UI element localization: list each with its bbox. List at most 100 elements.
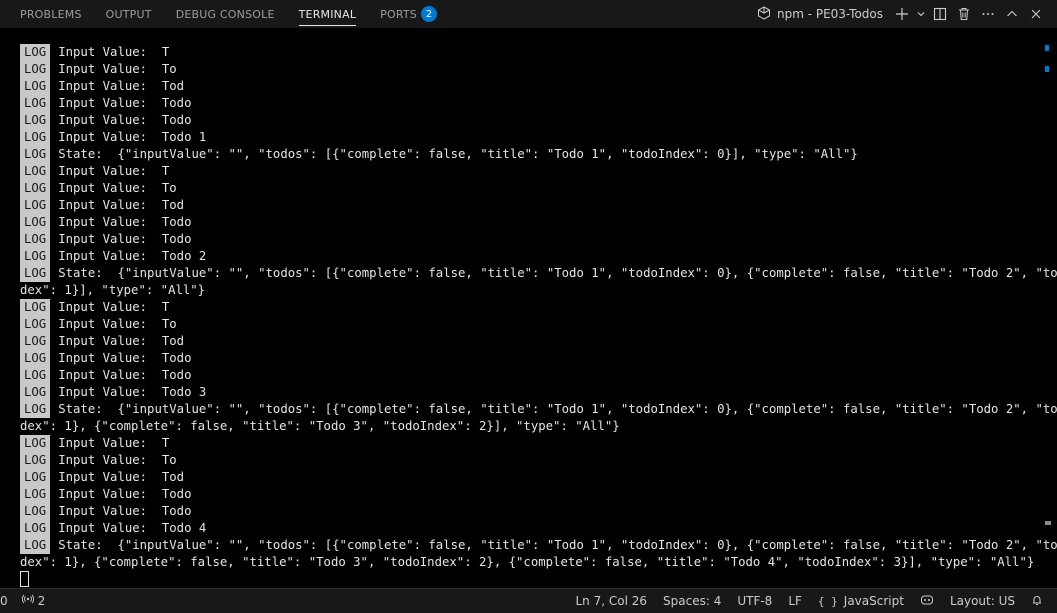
terminal-selector[interactable]: npm - PE03-Todos: [757, 5, 883, 23]
terminal-line: LOG Input Value: T: [20, 163, 1057, 180]
tab-ports[interactable]: PORTS 2: [380, 0, 437, 28]
terminal-line: LOG Input Value: Todo: [20, 231, 1057, 248]
split-terminal-icon[interactable]: [929, 3, 951, 25]
terminal-line-text: Input Value: T: [58, 164, 170, 178]
terminal-line: LOG Input Value: T: [20, 44, 1057, 61]
terminal-line-text: Input Value: Todo: [58, 368, 192, 382]
terminal-line: LOG State: {"inputValue": "", "todos": [{…: [20, 265, 1057, 282]
scroll-position-marker: [1045, 521, 1051, 525]
log-tag: LOG: [20, 486, 51, 503]
log-tag: LOG: [20, 265, 51, 282]
terminal-line: LOG Input Value: Todo: [20, 503, 1057, 520]
terminal-line-text: Input Value: To: [58, 317, 177, 331]
tab-output[interactable]: OUTPUT: [106, 0, 152, 28]
terminal-line-text: Input Value: T: [58, 300, 170, 314]
terminal-output[interactable]: LOG Input Value: T LOG Input Value: To LOG In…: [0, 28, 1057, 588]
terminal-line-text: Input Value: To: [58, 62, 177, 76]
terminal-line: LOG Input Value: To: [20, 61, 1057, 78]
notifications-status[interactable]: [1023, 589, 1051, 613]
terminal-line: LOG Input Value: Tod: [20, 333, 1057, 350]
tab-ports-label: PORTS: [380, 7, 417, 21]
close-icon[interactable]: [1025, 3, 1047, 25]
terminal-lines: LOG Input Value: T LOG Input Value: To LOG In…: [20, 44, 1057, 588]
problems-status[interactable]: 0: [0, 589, 14, 613]
terminal-line-text: Input Value: T: [58, 45, 170, 59]
copilot-status[interactable]: [912, 589, 942, 613]
tab-debug-console-label: DEBUG CONSOLE: [175, 7, 275, 21]
end-of-line[interactable]: LF: [780, 589, 810, 613]
log-tag: LOG: [20, 214, 51, 231]
terminal-line-text: dex": 1}, {"complete": false, "title": "…: [20, 419, 620, 433]
terminal-line-text: Input Value: Todo: [58, 96, 192, 110]
encoding[interactable]: UTF-8: [729, 589, 780, 613]
log-tag: LOG: [20, 61, 51, 78]
terminal-line: LOG Input Value: Tod: [20, 469, 1057, 486]
terminal-line-text: Input Value: To: [58, 453, 177, 467]
log-tag: LOG: [20, 163, 51, 180]
terminal-line: LOG Input Value: Todo 1: [20, 129, 1057, 146]
cursor-position[interactable]: Ln 7, Col 26: [568, 589, 656, 613]
new-terminal-icon[interactable]: [891, 3, 913, 25]
terminal-line-text: Input Value: Todo: [58, 351, 192, 365]
terminal-line-text: Input Value: Todo: [58, 504, 192, 518]
terminal-line: LOG Input Value: T: [20, 299, 1057, 316]
terminal-line: LOG Input Value: To: [20, 180, 1057, 197]
terminal-prompt-line: [20, 571, 1057, 588]
chevron-up-icon[interactable]: [1001, 3, 1023, 25]
terminal-line-text: State: {"inputValue": "", "todos": [{"co…: [58, 147, 858, 161]
language-mode[interactable]: { } JavaScript: [810, 589, 912, 613]
tab-output-label: OUTPUT: [105, 7, 152, 21]
chevron-down-icon[interactable]: [915, 3, 927, 25]
ports-status[interactable]: 2: [14, 589, 54, 613]
terminal-line: dex": 1}], "type": "All"}: [20, 282, 1057, 299]
tab-problems[interactable]: PROBLEMS: [20, 0, 82, 28]
log-tag: LOG: [20, 452, 51, 469]
tab-terminal[interactable]: TERMINAL: [298, 0, 357, 28]
log-tag: LOG: [20, 520, 51, 537]
terminal-line-text: Input Value: T: [58, 436, 170, 450]
log-tag: LOG: [20, 316, 51, 333]
terminal-line: LOG Input Value: To: [20, 316, 1057, 333]
terminal-line-text: Input Value: Tod: [58, 79, 185, 93]
errors-count: 0: [0, 593, 8, 608]
terminal-line-text: dex": 1}, {"complete": false, "title": "…: [20, 555, 1035, 569]
log-tag: LOG: [20, 231, 51, 248]
panel-actions: npm - PE03-Todos: [757, 0, 1047, 28]
ports-badge: 2: [421, 6, 437, 22]
copilot-icon: [920, 594, 934, 609]
trash-icon[interactable]: [953, 3, 975, 25]
log-tag: LOG: [20, 95, 51, 112]
log-tag: LOG: [20, 384, 51, 401]
tab-debug-console[interactable]: DEBUG CONSOLE: [176, 0, 275, 28]
tab-problems-label: PROBLEMS: [20, 7, 82, 21]
log-tag: LOG: [20, 350, 51, 367]
terminal-line-text: Input Value: Tod: [58, 470, 185, 484]
panel-header: PROBLEMS OUTPUT DEBUG CONSOLE TERMINAL P…: [0, 0, 1057, 28]
log-tag: LOG: [20, 146, 51, 163]
terminal-line-text: Input Value: Todo: [58, 215, 192, 229]
terminal-line: LOG State: {"inputValue": "", "todos": [{…: [20, 401, 1057, 418]
ports-count: 2: [37, 593, 46, 608]
bell-icon: [1031, 594, 1043, 609]
terminal-line-text: Input Value: Todo 3: [58, 385, 207, 399]
terminal-line: LOG Input Value: Todo: [20, 486, 1057, 503]
terminal-line: LOG Input Value: Todo 2: [20, 248, 1057, 265]
terminal-line-text: Input Value: Todo: [58, 232, 192, 246]
more-actions-icon[interactable]: [977, 3, 999, 25]
terminal-line-text: Input Value: To: [58, 181, 177, 195]
terminal-line-text: State: {"inputValue": "", "todos": [{"co…: [58, 538, 1057, 552]
keyboard-layout[interactable]: Layout: US: [942, 589, 1023, 613]
log-tag: LOG: [20, 299, 51, 316]
log-tag: LOG: [20, 44, 51, 61]
terminal-line: dex": 1}, {"complete": false, "title": "…: [20, 554, 1057, 571]
indentation[interactable]: Spaces: 4: [655, 589, 729, 613]
terminal-line-text: Input Value: Todo: [58, 487, 192, 501]
terminal-line-text: Input Value: Tod: [58, 334, 185, 348]
terminal-line: LOG Input Value: Todo: [20, 214, 1057, 231]
terminal-line-text: Input Value: Todo 1: [58, 130, 207, 144]
log-tag: LOG: [20, 469, 51, 486]
log-tag: LOG: [20, 503, 51, 520]
broadcast-icon: [21, 593, 34, 608]
terminal-scrollbar[interactable]: [1043, 28, 1057, 588]
log-tag: LOG: [20, 112, 51, 129]
